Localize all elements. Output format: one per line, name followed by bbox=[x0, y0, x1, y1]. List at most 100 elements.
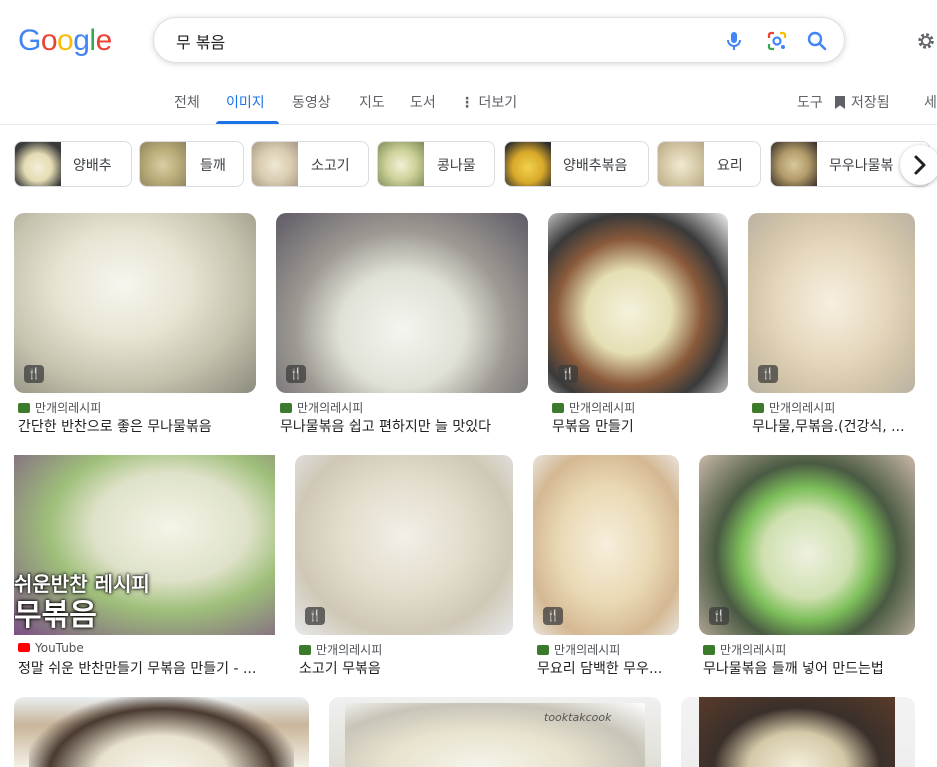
result-image[interactable] bbox=[14, 697, 309, 767]
tab-more-label: 더보기 bbox=[478, 95, 518, 111]
chip-cabbage-stirfry[interactable]: 양배추볶음 bbox=[504, 141, 649, 187]
chip-thumbnail bbox=[658, 142, 704, 186]
source-name: 만개의레시피 bbox=[35, 401, 102, 415]
recipe-icon: 🍴 bbox=[286, 365, 306, 383]
chip-cabbage[interactable]: 양배추 bbox=[14, 141, 132, 187]
chip-label: 양배추볶음 bbox=[563, 158, 628, 174]
safesearch-button[interactable]: 세 bbox=[924, 92, 937, 112]
result-source[interactable]: YouTube bbox=[18, 641, 84, 655]
recipe-icon: 🍴 bbox=[758, 365, 778, 383]
watermark-text: tooktakcook bbox=[544, 711, 612, 724]
result-title[interactable]: 무요리 담백한 무우... bbox=[537, 658, 679, 678]
gear-icon[interactable] bbox=[915, 30, 937, 52]
site-favicon bbox=[552, 403, 564, 413]
dish-shape bbox=[699, 697, 895, 767]
result-title[interactable]: 정말 쉬운 반찬만들기 무볶음 만들기 - ... bbox=[18, 658, 275, 678]
chip-cooking[interactable]: 요리 bbox=[657, 141, 761, 187]
search-icon[interactable] bbox=[805, 29, 829, 53]
result-image[interactable]: 🍴 bbox=[14, 213, 256, 393]
site-favicon bbox=[299, 645, 311, 655]
result-image[interactable]: tooktakcook bbox=[329, 697, 661, 767]
source-name: 만개의레시피 bbox=[769, 401, 836, 415]
search-input[interactable] bbox=[174, 29, 698, 53]
mic-icon[interactable] bbox=[722, 29, 746, 53]
tab-images[interactable]: 이미지 bbox=[226, 92, 265, 112]
chip-thumbnail bbox=[15, 142, 61, 186]
source-name: 만개의레시피 bbox=[316, 643, 383, 657]
chip-label: 양배추 bbox=[73, 158, 112, 174]
source-name: 만개의레시피 bbox=[554, 643, 621, 657]
google-logo[interactable]: Google bbox=[18, 24, 112, 58]
dish-shape bbox=[29, 697, 294, 767]
tab-books[interactable]: 도서 bbox=[410, 92, 436, 112]
recipe-icon: 🍴 bbox=[543, 607, 563, 625]
more-vert-icon: ⋮ bbox=[460, 95, 474, 111]
tab-more[interactable]: ⋮ 더보기 bbox=[460, 92, 517, 112]
youtube-icon bbox=[18, 643, 30, 652]
source-name: 만개의레시피 bbox=[569, 401, 636, 415]
chips-next-button[interactable] bbox=[900, 145, 937, 185]
result-image[interactable]: 🍴 bbox=[748, 213, 915, 393]
active-tab-indicator bbox=[216, 121, 279, 124]
chip-thumbnail bbox=[252, 142, 298, 186]
recipe-icon: 🍴 bbox=[558, 365, 578, 383]
result-image[interactable]: 🍴 bbox=[276, 213, 528, 393]
result-title[interactable]: 무볶음 만들기 bbox=[552, 416, 728, 436]
recipe-icon: 🍴 bbox=[24, 365, 44, 383]
result-source[interactable]: 만개의레시피 bbox=[537, 641, 620, 658]
chip-label: 소고기 bbox=[311, 158, 350, 174]
chip-label: 무우나물볶 bbox=[829, 158, 894, 174]
search-box bbox=[153, 17, 845, 63]
logo-letter: e bbox=[95, 24, 113, 57]
result-title[interactable]: 무나물볶음 쉽고 편하지만 늘 맛있다 bbox=[280, 416, 528, 436]
site-favicon bbox=[537, 645, 549, 655]
result-source[interactable]: 만개의레시피 bbox=[280, 399, 363, 416]
site-favicon bbox=[18, 403, 30, 413]
bookmark-icon bbox=[835, 96, 845, 109]
saved-button[interactable]: 저장됨 bbox=[835, 92, 890, 112]
result-source[interactable]: 만개의레시피 bbox=[18, 399, 101, 416]
site-favicon bbox=[752, 403, 764, 413]
result-source[interactable]: 만개의레시피 bbox=[552, 399, 635, 416]
source-name: 만개의레시피 bbox=[720, 643, 787, 657]
chip-perilla[interactable]: 들깨 bbox=[139, 141, 244, 187]
chip-thumbnail bbox=[505, 142, 551, 186]
lens-icon[interactable] bbox=[765, 29, 789, 53]
result-title[interactable]: 무나물볶음 들깨 넣어 만드는법 bbox=[703, 658, 915, 678]
tools-button[interactable]: 도구 bbox=[797, 92, 823, 112]
search-tabs: 전체 이미지 동영상 지도 도서 ⋮ 더보기 도구 저장됨 세 bbox=[0, 90, 937, 125]
chip-thumbnail bbox=[771, 142, 817, 186]
result-source[interactable]: 만개의레시피 bbox=[752, 399, 835, 416]
chip-label: 들깨 bbox=[200, 158, 226, 174]
recipe-icon: 🍴 bbox=[709, 607, 729, 625]
result-source[interactable]: 만개의레시피 bbox=[299, 641, 382, 658]
logo-letter: o bbox=[57, 24, 74, 57]
source-name: 만개의레시피 bbox=[297, 401, 364, 415]
site-favicon bbox=[280, 403, 292, 413]
result-title[interactable]: 무나물,무볶음.(건강식, ... bbox=[752, 416, 915, 436]
result-image[interactable]: 🍴 bbox=[533, 455, 679, 635]
result-image[interactable]: 🍴 bbox=[295, 455, 513, 635]
result-title[interactable]: 간단한 반찬으로 좋은 무나물볶음 bbox=[18, 416, 256, 436]
result-title[interactable]: 소고기 무볶음 bbox=[299, 658, 513, 678]
tab-maps[interactable]: 지도 bbox=[359, 92, 385, 112]
tab-all[interactable]: 전체 bbox=[174, 92, 200, 112]
logo-letter: o bbox=[40, 24, 58, 57]
chevron-right-icon bbox=[914, 155, 926, 175]
tab-videos[interactable]: 동영상 bbox=[292, 92, 331, 112]
result-image[interactable]: 🍴 bbox=[699, 455, 915, 635]
chip-beef[interactable]: 소고기 bbox=[251, 141, 369, 187]
result-source[interactable]: 만개의레시피 bbox=[703, 641, 786, 658]
chip-thumbnail bbox=[140, 142, 186, 186]
result-image[interactable] bbox=[681, 697, 915, 767]
chip-thumbnail bbox=[378, 142, 424, 186]
logo-letter: G bbox=[18, 24, 41, 57]
result-image[interactable]: 🍴 bbox=[548, 213, 728, 393]
source-name: YouTube bbox=[35, 641, 84, 655]
saved-label: 저장됨 bbox=[851, 95, 890, 111]
result-image[interactable]: 쉬운반찬 레시피 무볶음 bbox=[14, 455, 275, 635]
site-favicon bbox=[703, 645, 715, 655]
chip-label: 요리 bbox=[717, 158, 743, 174]
chip-beansprout[interactable]: 콩나물 bbox=[377, 141, 495, 187]
logo-letter: g bbox=[73, 24, 90, 57]
